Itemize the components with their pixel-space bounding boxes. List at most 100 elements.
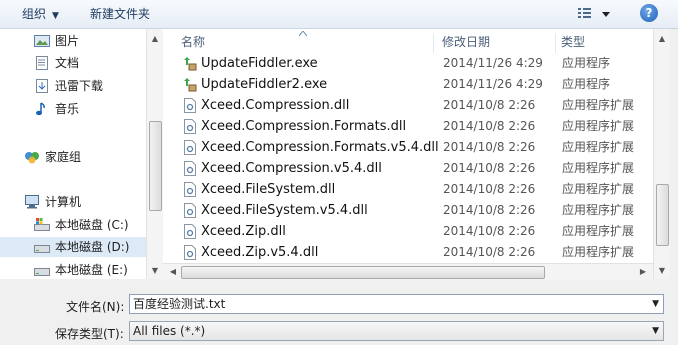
command-bar: 组织 ▼ 新建文件夹 ? — [0, 0, 678, 29]
filename-input[interactable]: 百度经验测试.txt ▼ — [129, 294, 664, 314]
scroll-up-icon[interactable]: ▲ — [147, 31, 163, 47]
file-row[interactable]: Xceed.Compression.dll 2014/10/8 2:26 应用程… — [163, 95, 653, 116]
sort-ascending-icon — [299, 31, 307, 36]
nav-item-documents[interactable]: 文档 — [0, 53, 146, 73]
scroll-down-icon[interactable]: ▼ — [654, 263, 670, 279]
file-row[interactable]: UpdateFiddler.exe 2014/11/26 4:29 应用程序 — [163, 53, 653, 74]
nav-item-drive-d[interactable]: 本地磁盘 (D:) — [0, 237, 146, 257]
column-header-type[interactable]: 类型 — [561, 29, 585, 55]
download-folder-icon — [36, 79, 48, 93]
nav-label: 迅雷下载 — [55, 79, 104, 93]
documents-icon — [36, 56, 48, 70]
scroll-left-icon[interactable]: ◀ — [165, 264, 181, 280]
file-date: 2014/10/8 2:26 — [443, 98, 536, 112]
chevron-down-icon: ▼ — [652, 326, 659, 336]
exe-icon — [184, 57, 197, 71]
file-type: 应用程序扩展 — [562, 224, 635, 238]
dll-icon — [184, 182, 196, 197]
help-button[interactable]: ? — [640, 4, 658, 22]
nav-item-computer[interactable]: 计算机 — [0, 192, 146, 212]
save-form: 文件名(N): 百度经验测试.txt ▼ 保存类型(T): All files … — [0, 280, 678, 345]
dll-icon — [184, 161, 196, 176]
file-row[interactable]: UpdateFiddler2.exe 2014/11/26 4:29 应用程序 — [163, 74, 653, 95]
dll-icon — [184, 98, 196, 113]
scroll-thumb[interactable] — [181, 266, 545, 279]
list-vertical-scrollbar[interactable]: ▲ ▼ — [653, 29, 670, 279]
column-header-date[interactable]: 修改日期 — [442, 29, 490, 55]
file-date: 2014/10/8 2:26 — [443, 245, 536, 259]
nav-item-homegroup[interactable]: 家庭组 — [0, 147, 146, 167]
file-row[interactable]: Xceed.Compression.Formats.v5.4.dll 2014/… — [163, 137, 653, 158]
dll-icon — [184, 119, 196, 134]
file-type: 应用程序 — [562, 77, 611, 91]
scroll-up-icon[interactable]: ▲ — [654, 31, 670, 47]
chevron-down-icon[interactable]: ▼ — [652, 295, 659, 313]
file-name: Xceed.FileSystem.v5.4.dll — [201, 203, 368, 218]
chevron-down-icon: ▼ — [52, 11, 59, 21]
column-header-name[interactable]: 名称 — [181, 29, 205, 55]
file-name: Xceed.Zip.dll — [201, 224, 286, 239]
navigation-pane: 图片 文档 迅雷下载 音乐 家庭组 计算机 本地磁盘 (C:) 本地磁盘 (D:… — [0, 29, 146, 279]
scroll-right-icon[interactable]: ▶ — [635, 264, 651, 280]
nav-label: 文档 — [55, 56, 80, 70]
file-type: 应用程序扩展 — [562, 140, 635, 154]
scroll-down-icon[interactable]: ▼ — [147, 263, 163, 279]
drive-icon — [34, 268, 50, 276]
change-view-button[interactable] — [572, 4, 616, 24]
file-date: 2014/11/26 4:29 — [443, 77, 543, 91]
file-row[interactable]: Xceed.FileSystem.dll 2014/10/8 2:26 应用程序… — [163, 179, 653, 200]
nav-item-pictures[interactable]: 图片 — [0, 31, 146, 51]
file-name: Xceed.Compression.Formats.v5.4.dll — [201, 140, 439, 155]
file-name: Xceed.Compression.v5.4.dll — [201, 161, 382, 176]
file-name: Xceed.Compression.Formats.dll — [201, 119, 407, 134]
file-date: 2014/10/8 2:26 — [443, 119, 536, 133]
file-date: 2014/10/8 2:26 — [443, 203, 536, 217]
file-date: 2014/10/8 2:26 — [443, 161, 536, 175]
file-type: 应用程序扩展 — [562, 203, 635, 217]
nav-label: 本地磁盘 (C:) — [55, 218, 129, 232]
file-type: 应用程序 — [562, 56, 611, 70]
column-divider[interactable] — [433, 33, 434, 53]
exe-icon — [184, 78, 197, 92]
nav-label: 图片 — [55, 34, 80, 48]
file-row[interactable]: Xceed.Zip.v5.4.dll 2014/10/8 2:26 应用程序扩展 — [163, 242, 653, 263]
system-drive-icon — [34, 218, 50, 231]
file-date: 2014/10/8 2:26 — [443, 140, 536, 154]
nav-item-drive-c[interactable]: 本地磁盘 (C:) — [0, 215, 146, 235]
filetype-value: All files (*.*) — [133, 324, 206, 338]
file-row[interactable]: Xceed.Compression.v5.4.dll 2014/10/8 2:2… — [163, 158, 653, 179]
file-type: 应用程序扩展 — [562, 98, 635, 112]
new-folder-button[interactable]: 新建文件夹 — [90, 5, 150, 23]
file-date: 2014/11/26 4:29 — [443, 56, 543, 70]
scroll-thumb[interactable] — [656, 184, 669, 246]
filetype-select[interactable]: All files (*.*) ▼ — [129, 321, 664, 341]
column-divider[interactable] — [555, 33, 556, 53]
file-row[interactable]: Xceed.Compression.Formats.dll 2014/10/8 … — [163, 116, 653, 137]
nav-item-xunlei-downloads[interactable]: 迅雷下载 — [0, 76, 146, 96]
nav-label: 本地磁盘 (E:) — [55, 263, 128, 277]
file-date: 2014/10/8 2:26 — [443, 224, 536, 238]
nav-vertical-scrollbar[interactable]: ▲ ▼ — [146, 29, 163, 279]
dll-icon — [184, 140, 196, 155]
nav-item-drive-e[interactable]: 本地磁盘 (E:) — [0, 260, 146, 279]
nav-label: 本地磁盘 (D:) — [55, 240, 130, 254]
scroll-thumb[interactable] — [149, 121, 162, 211]
filename-label: 文件名(N): — [66, 300, 125, 314]
file-name: UpdateFiddler2.exe — [201, 77, 328, 92]
filetype-label: 保存类型(T): — [55, 327, 124, 341]
file-name: Xceed.FileSystem.dll — [201, 182, 336, 197]
file-name: UpdateFiddler.exe — [201, 56, 318, 71]
dll-icon — [184, 245, 196, 260]
file-list: 名称 修改日期 类型 UpdateFiddler.exe 2014/11/26 … — [163, 29, 653, 279]
file-row[interactable]: Xceed.Zip.dll 2014/10/8 2:26 应用程序扩展 — [163, 221, 653, 242]
file-row[interactable]: Xceed.FileSystem.v5.4.dll 2014/10/8 2:26… — [163, 200, 653, 221]
filename-value: 百度经验测试.txt — [133, 297, 226, 311]
dll-icon — [184, 224, 196, 239]
file-name: Xceed.Compression.dll — [201, 98, 350, 113]
nav-item-music[interactable]: 音乐 — [0, 99, 146, 119]
file-type: 应用程序扩展 — [562, 119, 635, 133]
organize-button[interactable]: 组织 ▼ — [22, 5, 59, 23]
nav-label: 音乐 — [55, 102, 80, 116]
dll-icon — [184, 203, 196, 218]
list-horizontal-scrollbar[interactable]: ◀ ▶ — [163, 263, 653, 280]
